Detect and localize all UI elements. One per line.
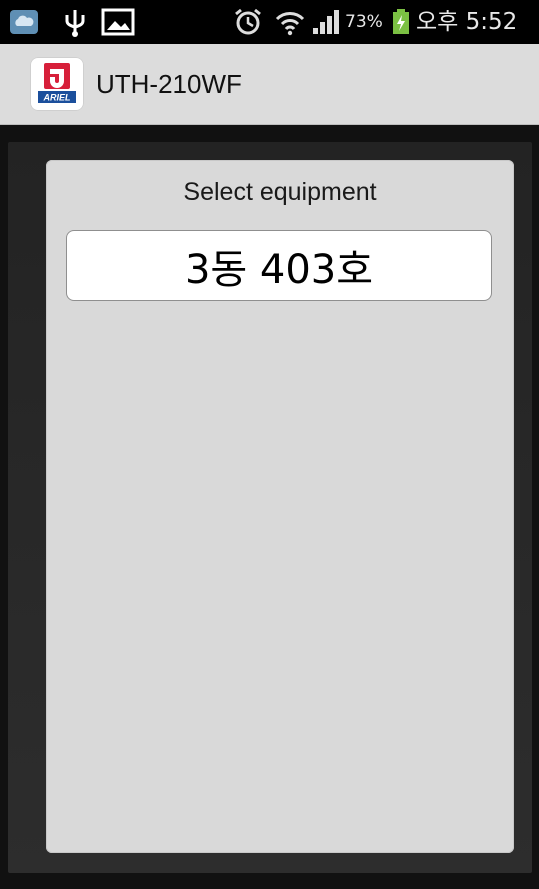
cloud-icon: [8, 0, 40, 44]
action-bar: ARIEL UTH-210WF: [0, 44, 539, 125]
equipment-panel: Select equipment 3동 403호: [46, 160, 514, 853]
app-logo-icon[interactable]: ARIEL: [30, 57, 84, 111]
battery-charging-icon: [390, 0, 412, 44]
signal-icon: [310, 0, 342, 44]
image-icon: [100, 0, 136, 44]
equipment-button[interactable]: 3동 403호: [66, 230, 492, 301]
battery-percent: 73%: [345, 12, 383, 32]
usb-icon: [60, 0, 90, 44]
app-title: UTH-210WF: [96, 69, 242, 99]
alarm-icon: [232, 0, 264, 44]
wifi-icon: [273, 0, 307, 44]
app-logo-brand: ARIEL: [43, 93, 71, 103]
clock: 오후 5:52: [416, 9, 518, 35]
status-bar: 73% 오후 5:52: [0, 0, 539, 44]
panel-title: Select equipment: [183, 178, 377, 206]
